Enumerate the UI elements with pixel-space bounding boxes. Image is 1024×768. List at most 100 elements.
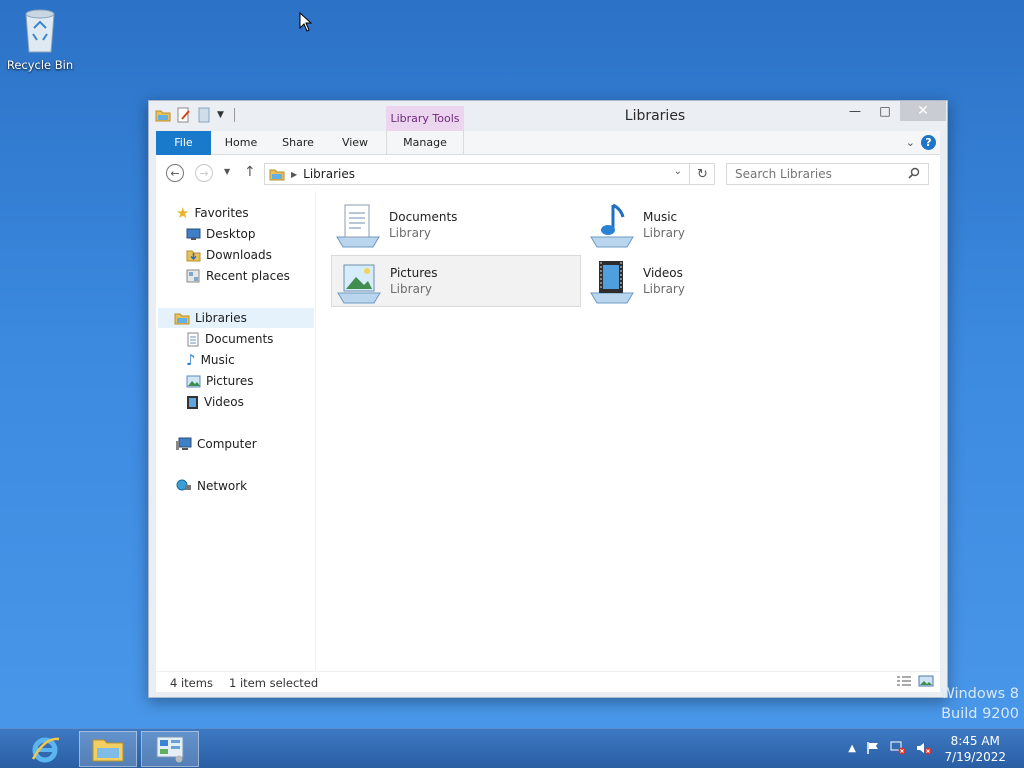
pictures-library-icon (337, 264, 381, 304)
system-tray: ▲ (848, 741, 932, 755)
music-library-icon (590, 203, 634, 248)
tree-label: Documents (205, 332, 274, 346)
content-pane[interactable]: Documents Library Music Library Pictures… (329, 191, 940, 671)
clock[interactable]: 8:45 AM 7/19/2022 (944, 733, 1006, 765)
show-hidden-icons-icon[interactable]: ▲ (848, 743, 856, 754)
details-view-icon[interactable] (896, 675, 912, 687)
tree-label: Libraries (195, 311, 247, 325)
tab-file[interactable]: File (156, 131, 211, 155)
recycle-bin-label: Recycle Bin (6, 58, 74, 72)
tree-label: Favorites (194, 206, 249, 220)
control-panel-icon (156, 736, 184, 763)
tab-view[interactable]: View (330, 131, 380, 155)
star-icon: ★ (176, 204, 190, 222)
status-bar: 4 items 1 item selected (156, 671, 940, 692)
tree-item-recent-places[interactable]: Recent places (186, 266, 290, 286)
tree-item-network[interactable]: Network (176, 476, 247, 496)
address-bar[interactable]: ▶ Libraries ⌄ (264, 163, 715, 185)
search-icon[interactable] (908, 167, 920, 179)
tree-item-favorites[interactable]: ★ Favorites (176, 203, 249, 223)
close-button[interactable]: ✕ (900, 101, 946, 121)
breadcrumb-chevron-icon[interactable]: ▶ (291, 170, 297, 179)
explorer-body: ★ Favorites Desktop Downloads Recent pla… (156, 191, 940, 671)
network-icon (176, 479, 191, 491)
maximize-button[interactable]: □ (870, 101, 900, 121)
tile-title: Music (643, 210, 678, 224)
tile-subtitle: Library (643, 282, 685, 296)
taskbar-file-explorer[interactable] (79, 731, 137, 767)
documents-library-icon (336, 204, 380, 248)
library-tile-documents[interactable]: Documents Library (331, 199, 581, 251)
downloads-icon (186, 250, 201, 262)
tree-item-desktop[interactable]: Desktop (186, 224, 256, 244)
quick-access-toolbar: ▼ (155, 107, 235, 123)
library-tile-videos[interactable]: Videos Library (585, 255, 835, 307)
refresh-button[interactable]: ↻ (689, 163, 715, 185)
search-input[interactable] (726, 163, 929, 185)
tree-item-computer[interactable]: Computer (176, 434, 257, 454)
forward-button[interactable]: → (195, 164, 213, 182)
network-disconnected-icon[interactable] (890, 741, 906, 755)
item-count: 4 items (170, 676, 213, 690)
refresh-icon: ↻ (697, 166, 708, 182)
tile-subtitle: Library (389, 226, 431, 240)
tab-manage[interactable]: Manage (386, 131, 464, 155)
selected-count: 1 item selected (229, 676, 319, 690)
videos-icon (187, 395, 198, 409)
explorer-window: ▼ Library Tools Libraries — □ ✕ File Hom… (148, 100, 948, 698)
customize-qat-icon[interactable]: ▼ (217, 110, 224, 120)
large-icons-view-icon[interactable] (918, 675, 934, 687)
libraries-icon (269, 169, 285, 181)
library-tools-context-tab: Library Tools (386, 106, 464, 131)
tree-label: Desktop (206, 227, 256, 241)
recent-places-icon (186, 269, 200, 283)
folder-icon[interactable] (155, 108, 171, 122)
tree-label: Videos (204, 395, 244, 409)
tree-label: Pictures (206, 374, 254, 388)
library-tile-music[interactable]: Music Library (585, 199, 835, 251)
back-button[interactable]: ← (166, 164, 184, 182)
recent-locations-icon[interactable]: ▼ (224, 167, 230, 176)
qat-separator (233, 108, 235, 122)
tree-label: Computer (197, 437, 257, 451)
tree-item-libraries[interactable]: Libraries (158, 308, 314, 328)
minimize-button[interactable]: — (840, 101, 870, 121)
window-controls: — □ ✕ (840, 101, 946, 121)
tree-label: Recent places (206, 269, 290, 283)
title-bar[interactable]: ▼ Library Tools Libraries — □ ✕ (149, 101, 947, 131)
tree-item-videos[interactable]: Videos (186, 392, 244, 412)
tab-share[interactable]: Share (273, 131, 323, 155)
arrow-right-icon: → (199, 166, 209, 180)
action-center-flag-icon[interactable] (866, 741, 880, 755)
navigation-pane[interactable]: ★ Favorites Desktop Downloads Recent pla… (156, 191, 316, 671)
tile-subtitle: Library (390, 282, 432, 296)
tree-item-downloads[interactable]: Downloads (186, 245, 272, 265)
clock-date: 7/19/2022 (944, 750, 1006, 764)
watermark-line-2: Build 9200 (941, 706, 1019, 722)
taskbar: ▲ 8:45 AM 7/19/2022 (0, 728, 1024, 768)
library-tile-pictures[interactable]: Pictures Library (331, 255, 581, 307)
address-dropdown-icon[interactable]: ⌄ (674, 166, 682, 177)
recycle-bin-desktop-icon[interactable]: Recycle Bin (4, 6, 76, 72)
help-icon[interactable]: ? (921, 135, 936, 150)
tree-item-pictures[interactable]: Pictures (186, 371, 254, 391)
expand-ribbon-icon[interactable]: ⌄ (906, 136, 915, 149)
music-note-icon: ♪ (186, 351, 196, 369)
volume-muted-icon[interactable] (916, 741, 932, 755)
window-title: Libraries (624, 108, 686, 124)
documents-icon (187, 332, 199, 346)
tile-title: Videos (643, 266, 683, 280)
os-watermark: Windows 8 Build 9200 (940, 684, 1019, 724)
address-segment-libraries[interactable]: Libraries (303, 167, 355, 181)
new-folder-icon[interactable] (197, 107, 211, 123)
mouse-cursor-icon (299, 12, 313, 32)
properties-icon[interactable] (177, 107, 191, 123)
taskbar-internet-explorer[interactable] (16, 731, 74, 767)
taskbar-control-panel[interactable] (141, 731, 199, 767)
internet-explorer-icon (31, 737, 60, 763)
tab-home[interactable]: Home (216, 131, 266, 155)
desktop-icon (186, 228, 201, 240)
tree-item-music[interactable]: ♪ Music (186, 350, 235, 370)
up-button[interactable]: ↑ (244, 164, 256, 180)
tree-item-documents[interactable]: Documents (186, 329, 273, 349)
